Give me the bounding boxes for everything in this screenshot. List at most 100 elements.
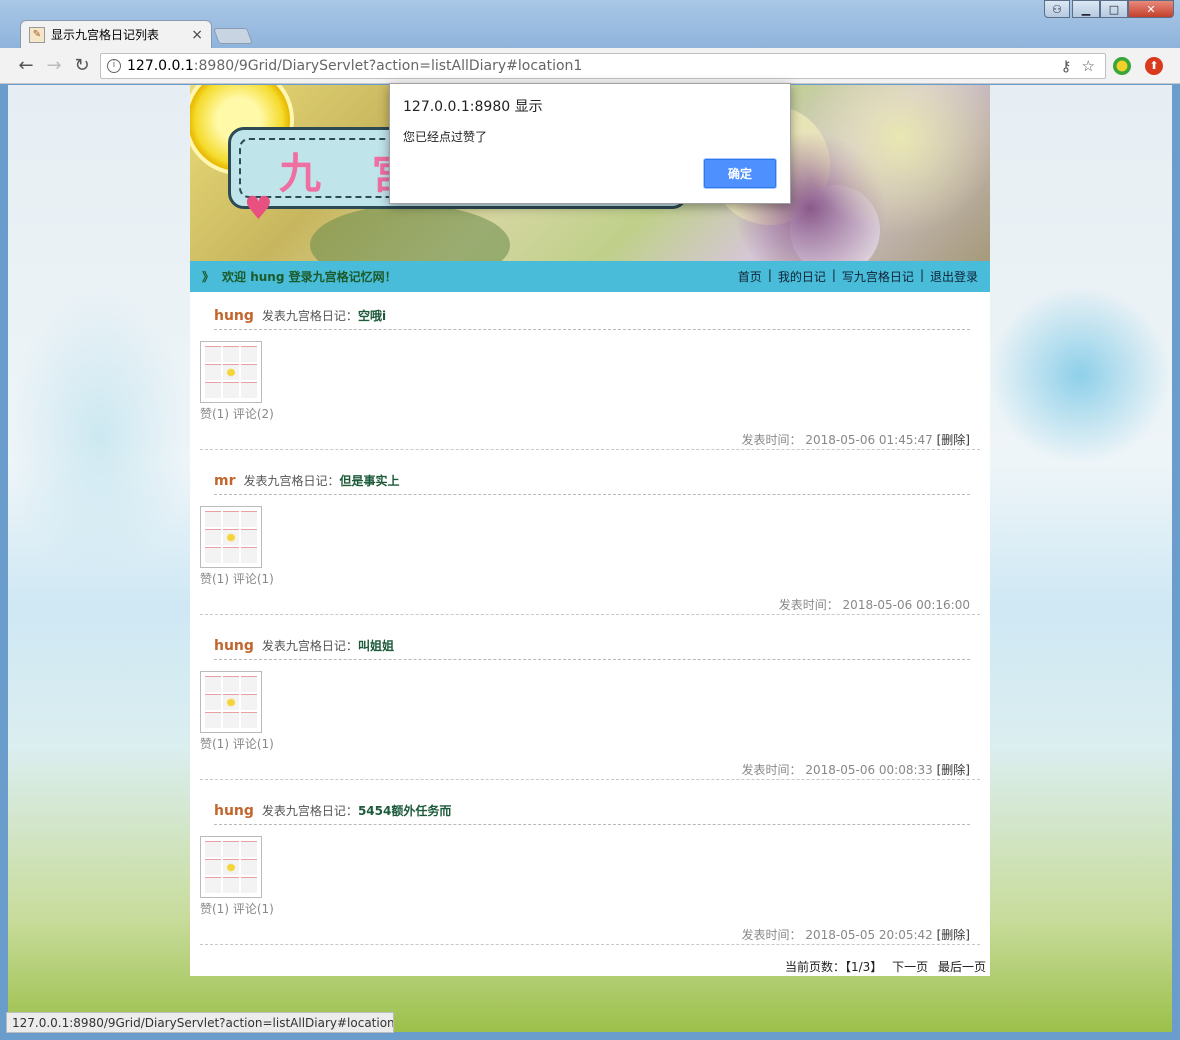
alert-dialog: 127.0.0.1:8980 显示 您已经点过赞了 确定 <box>389 83 791 204</box>
like-link[interactable]: 赞(1) <box>200 407 229 421</box>
post-divider <box>200 449 980 450</box>
post-author[interactable]: hung <box>214 638 254 654</box>
dialog-ok-button[interactable]: 确定 <box>704 159 776 188</box>
heart-icon: ♥ <box>244 189 273 227</box>
comment-link[interactable]: 评论(1) <box>233 737 274 751</box>
welcome-arrow-icon: 》 <box>202 270 215 284</box>
post-label: 发表九宫格日记： <box>261 804 358 818</box>
browser-titlebar: ✎ 显示九宫格日记列表 × ⚇ ▁ □ ✕ <box>0 0 1180 48</box>
maximize-button[interactable]: □ <box>1100 0 1128 18</box>
comment-link[interactable]: 评论(1) <box>233 572 274 586</box>
like-link[interactable]: 赞(1) <box>200 902 229 916</box>
key-icon[interactable]: ⚷ <box>1061 57 1072 75</box>
extension-icon[interactable] <box>1113 57 1131 75</box>
post-author[interactable]: hung <box>214 803 254 819</box>
post-time: 发表时间： 2018-05-06 01:45:47 [删除] <box>742 431 971 448</box>
welcome-message: 》欢迎 hung 登录九宫格记忆网！ <box>202 268 397 285</box>
post-time-value: 2018-05-06 01:45:47 <box>805 433 933 447</box>
diary-thumbnail[interactable] <box>200 671 262 733</box>
post-divider <box>200 779 980 780</box>
post-header: hung 发表九宫格日记： 空哦i <box>214 307 970 330</box>
next-page-link[interactable]: 下一页 <box>892 960 928 974</box>
grid-image <box>205 841 257 893</box>
post-author[interactable]: mr <box>214 473 236 489</box>
post-time: 发表时间： 2018-05-06 00:08:33 [删除] <box>742 761 971 778</box>
post-title[interactable]: 5454额外任务而 <box>358 802 451 819</box>
background-blur <box>988 285 1172 465</box>
info-icon[interactable]: i <box>107 59 121 73</box>
tab-close-icon[interactable]: × <box>191 27 203 43</box>
post-actions: 赞(1) 评论(1) <box>200 900 274 917</box>
post-time: 发表时间： 2018-05-06 00:16:00 <box>779 596 970 613</box>
post-title[interactable]: 空哦i <box>358 307 386 324</box>
url-host: 127.0.0.1 <box>127 58 194 74</box>
banner-bokeh <box>310 205 510 261</box>
close-window-button[interactable]: ✕ <box>1128 0 1174 18</box>
welcome-text: 欢迎 hung 登录九宫格记忆网！ <box>222 270 397 284</box>
post-time-label: 发表时间： <box>741 763 802 777</box>
post-author[interactable]: hung <box>214 308 254 324</box>
url-text[interactable]: 127.0.0.1:8980/9Grid/DiaryServlet?action… <box>127 58 1061 74</box>
dialog-message: 您已经点过赞了 <box>403 130 488 144</box>
comment-link[interactable]: 评论(1) <box>233 902 274 916</box>
pager-current: 【1/3】 <box>844 960 883 974</box>
post-label: 发表九宫格日记： <box>261 639 358 653</box>
pagination: 当前页数：【1/3】 下一页 最后一页 <box>785 958 986 975</box>
post-time-value: 2018-05-06 00:16:00 <box>842 598 970 612</box>
new-tab-button[interactable] <box>213 28 253 44</box>
post-header: mr 发表九宫格日记： 但是事实上 <box>214 472 970 495</box>
address-bar[interactable]: i 127.0.0.1:8980/9Grid/DiaryServlet?acti… <box>100 53 1106 79</box>
user-icon[interactable]: ⚇ <box>1044 0 1070 18</box>
like-link[interactable]: 赞(1) <box>200 572 229 586</box>
post-actions: 赞(1) 评论(1) <box>200 735 274 752</box>
nav-my-diary-link[interactable]: 我的日记 <box>778 268 826 285</box>
update-icon[interactable]: ⬆ <box>1145 57 1163 75</box>
nav-separator: | <box>767 268 772 282</box>
post-divider <box>200 944 980 945</box>
nav-links: 首页 | 我的日记 | 写九宫格日记 | 退出登录 <box>738 268 978 285</box>
post-time-label: 发表时间： <box>741 433 802 447</box>
minimize-button[interactable]: ▁ <box>1072 0 1100 18</box>
diary-page: 九 宫 ♥ 》欢迎 hung 登录九宫格记忆网！ 首页 | 我的日记 | 写九宫… <box>190 85 990 976</box>
reload-icon[interactable]: ↻ <box>72 56 92 76</box>
delete-link[interactable]: [删除] <box>937 928 970 942</box>
site-navbar: 》欢迎 hung 登录九宫格记忆网！ 首页 | 我的日记 | 写九宫格日记 | … <box>190 261 990 292</box>
bookmark-star-icon[interactable]: ☆ <box>1082 57 1095 75</box>
forward-icon[interactable]: → <box>44 56 64 76</box>
post-title[interactable]: 但是事实上 <box>340 472 400 489</box>
post-time-value: 2018-05-05 20:05:42 <box>805 928 933 942</box>
browser-toolbar: ← → ↻ i 127.0.0.1:8980/9Grid/DiaryServle… <box>0 48 1180 84</box>
nav-home-link[interactable]: 首页 <box>738 268 762 285</box>
post-label: 发表九宫格日记： <box>261 309 358 323</box>
nav-logout-link[interactable]: 退出登录 <box>930 268 978 285</box>
page-favicon-icon: ✎ <box>29 26 45 43</box>
grid-image <box>205 346 257 398</box>
pager-label: 当前页数： <box>784 960 845 974</box>
dialog-title: 127.0.0.1:8980 显示 <box>403 99 543 115</box>
last-page-link[interactable]: 最后一页 <box>938 960 986 974</box>
delete-link[interactable]: [删除] <box>937 763 970 777</box>
nav-separator: | <box>831 268 836 282</box>
diary-thumbnail[interactable] <box>200 506 262 568</box>
post-time-label: 发表时间： <box>778 598 839 612</box>
post-header: hung 发表九宫格日记： 5454额外任务而 <box>214 802 970 825</box>
post-actions: 赞(1) 评论(2) <box>200 405 274 422</box>
nav-write-diary-link[interactable]: 写九宫格日记 <box>842 268 914 285</box>
diary-thumbnail[interactable] <box>200 341 262 403</box>
status-bar: 127.0.0.1:8980/9Grid/DiaryServlet?action… <box>6 1012 394 1033</box>
post-title[interactable]: 叫姐姐 <box>358 637 394 654</box>
delete-link[interactable]: [删除] <box>937 433 970 447</box>
back-icon[interactable]: ← <box>16 56 36 76</box>
post-actions: 赞(1) 评论(1) <box>200 570 274 587</box>
post-time-value: 2018-05-06 00:08:33 <box>805 763 933 777</box>
like-link[interactable]: 赞(1) <box>200 737 229 751</box>
nav-separator: | <box>919 268 924 282</box>
comment-link[interactable]: 评论(2) <box>233 407 274 421</box>
tab-title: 显示九宫格日记列表 <box>51 28 160 42</box>
window-controls: ⚇ ▁ □ ✕ <box>1044 0 1174 18</box>
browser-tab[interactable]: ✎ 显示九宫格日记列表 × <box>20 20 212 48</box>
post-label: 发表九宫格日记： <box>243 474 340 488</box>
background-blur <box>8 285 190 585</box>
diary-thumbnail[interactable] <box>200 836 262 898</box>
url-path: :8980/9Grid/DiaryServlet?action=listAllD… <box>193 58 583 74</box>
